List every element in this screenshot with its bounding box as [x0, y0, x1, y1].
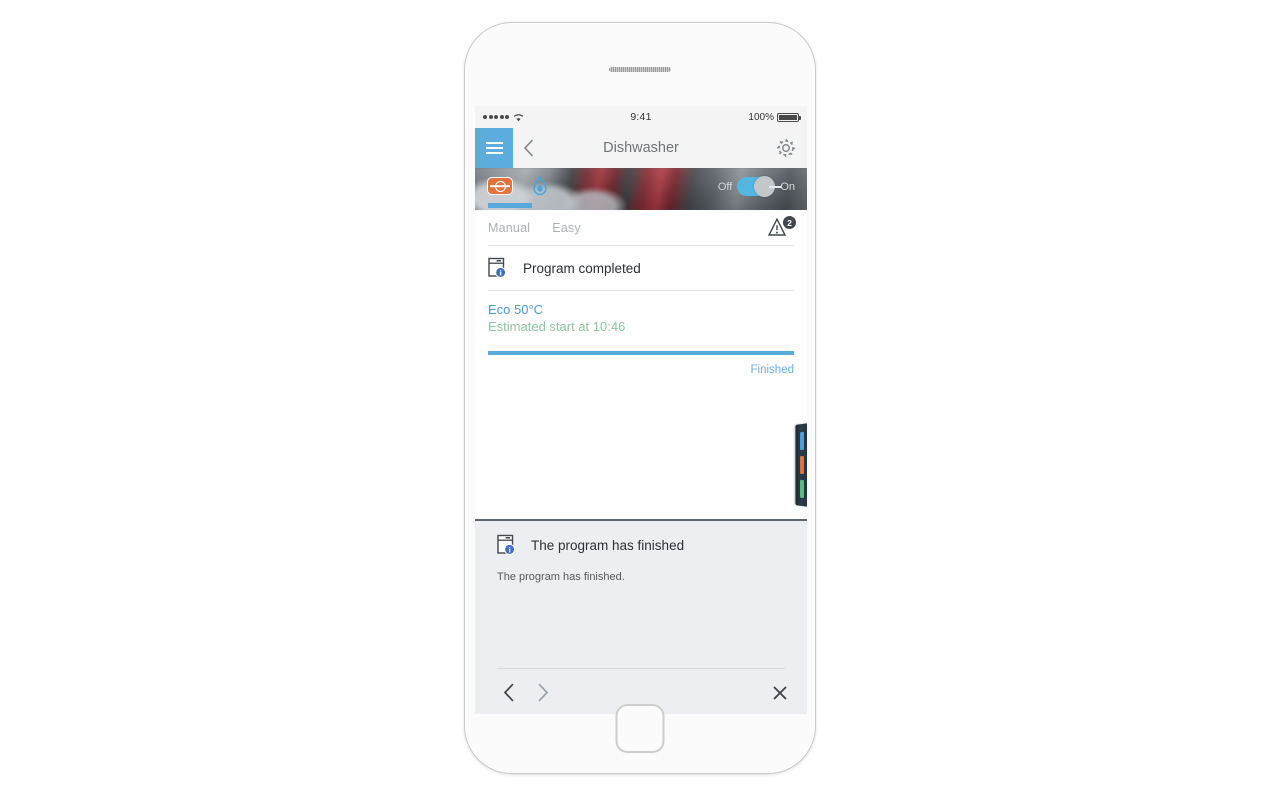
hamburger-menu-icon[interactable] — [475, 128, 513, 168]
gear-icon[interactable] — [775, 137, 797, 159]
phone-device-frame: 9:41 100% Dishwasher Off On Manual Easy … — [464, 22, 816, 774]
next-notification-button[interactable] — [526, 676, 560, 710]
consumable-indicators — [487, 175, 550, 197]
program-name[interactable]: Eco 50°C — [488, 302, 794, 317]
power-off-label: Off — [717, 180, 733, 193]
color-indicator-drawer[interactable] — [795, 423, 807, 507]
drawer-bar-orange — [800, 455, 804, 475]
program-estimated-start: Estimated start at 10:46 — [488, 319, 626, 334]
dishwasher-info-icon — [488, 257, 508, 280]
tab-easy[interactable]: Easy — [552, 221, 581, 235]
program-details-block: Eco 50°C Estimated start at 10:46 Finish… — [475, 291, 807, 376]
ios-status-bar: 9:41 100% — [475, 106, 807, 128]
notification-panel: The program has finished The program has… — [475, 519, 807, 714]
program-status-label: Program completed — [523, 260, 641, 276]
close-notification-button[interactable] — [763, 676, 797, 710]
water-drop-icon[interactable] — [530, 175, 550, 197]
battery-full-icon — [777, 112, 801, 122]
program-progress-fill — [488, 351, 794, 355]
app-navigation-bar: Dishwasher — [475, 128, 807, 168]
phone-screen: 9:41 100% Dishwasher Off On Manual Easy … — [475, 106, 807, 714]
power-toggle-switch[interactable] — [737, 176, 782, 197]
tab-manual[interactable]: Manual — [488, 221, 530, 235]
dishwasher-info-icon — [497, 534, 517, 557]
program-state-label: Finished — [750, 363, 794, 376]
screenshot-canvas: 9:41 100% Dishwasher Off On Manual Easy … — [0, 0, 1280, 800]
mode-tab-bar: Manual Easy 2 — [475, 203, 807, 245]
earpiece-speaker — [609, 67, 671, 72]
power-on-label: On — [780, 180, 795, 193]
previous-notification-button[interactable] — [492, 676, 526, 710]
home-button[interactable] — [615, 704, 665, 753]
power-toggle-group: Off On — [717, 176, 795, 197]
active-tab-indicator — [488, 203, 532, 208]
program-status-row[interactable]: Program completed — [475, 246, 807, 290]
warning-count-badge: 2 — [783, 216, 796, 229]
warning-triangle-icon[interactable]: 2 — [767, 216, 796, 238]
notification-title: The program has finished — [531, 538, 685, 553]
program-progress-bar — [488, 351, 794, 355]
drawer-bar-blue — [800, 431, 804, 451]
notification-body: The program has finished. — [497, 571, 625, 583]
salt-refill-icon[interactable] — [487, 177, 513, 195]
notification-header: The program has finished — [475, 521, 807, 557]
divider — [497, 668, 785, 669]
chevron-left-icon[interactable] — [513, 128, 543, 168]
status-bar-clock: 9:41 — [630, 111, 652, 123]
drawer-bar-green — [800, 479, 804, 499]
